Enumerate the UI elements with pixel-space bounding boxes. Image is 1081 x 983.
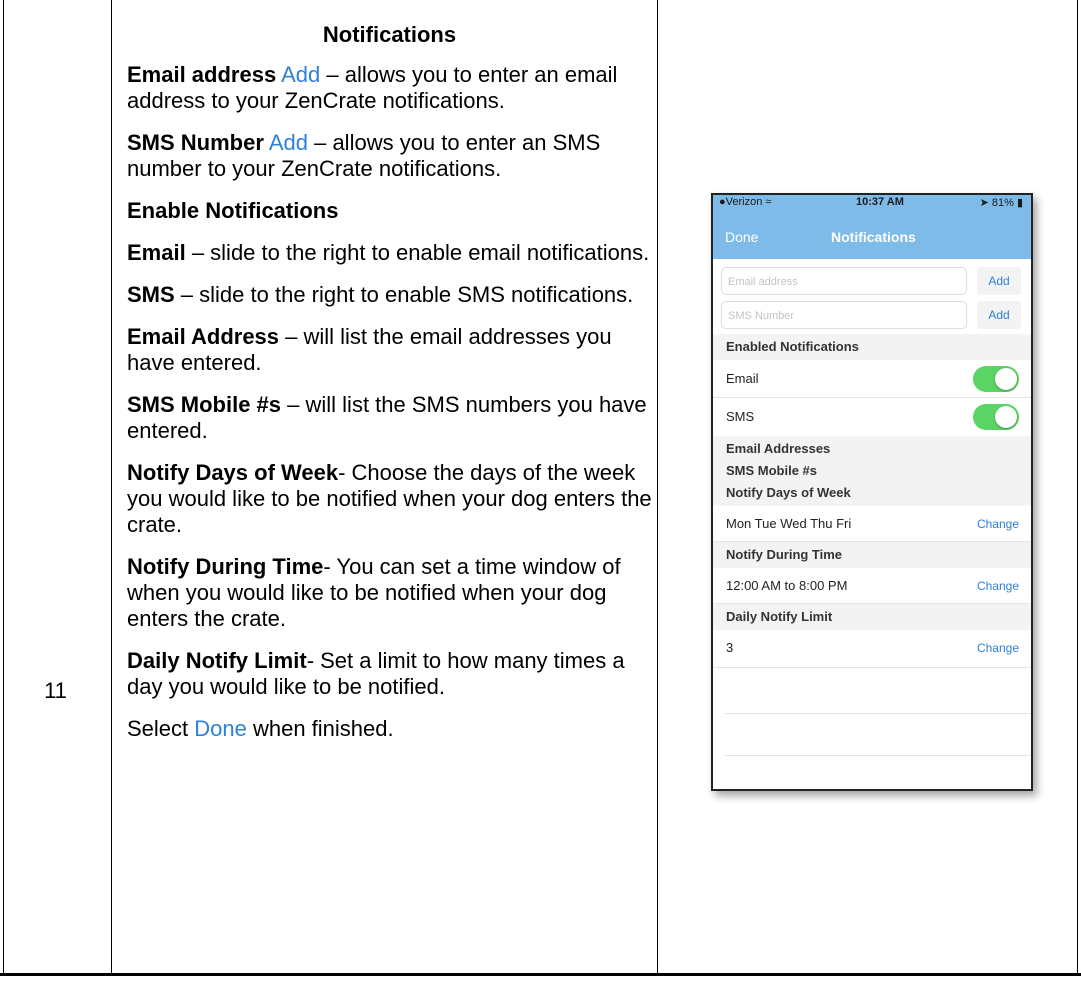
term: SMS Number: [127, 130, 264, 155]
notify-days-value: Mon Tue Wed Thu Fri: [726, 516, 852, 531]
table-column-divider-1: [111, 0, 112, 975]
sms-toggle[interactable]: [973, 404, 1019, 430]
instruction-paragraph: SMS – slide to the right to enable SMS n…: [127, 282, 652, 308]
instruction-paragraph: SMS Mobile #s – will list the SMS number…: [127, 392, 652, 444]
wifi-icon: ≈: [765, 196, 772, 208]
table-column-divider-2: [657, 0, 658, 975]
done-link: Done: [194, 716, 247, 741]
change-days-button[interactable]: Change: [977, 506, 1019, 542]
instruction-paragraph: Notify Days of Week- Choose the days of …: [127, 460, 652, 538]
add-sms-button[interactable]: Add: [977, 301, 1021, 329]
empty-row-divider: [725, 755, 1031, 756]
battery-icon: ▮: [1016, 197, 1023, 209]
closing-paragraph: Select Done when finished.: [127, 716, 652, 742]
notify-time-row: 12:00 AM to 8:00 PM Change: [713, 568, 1031, 604]
carrier-name: Verizon: [725, 196, 763, 208]
add-link: Add: [268, 130, 308, 155]
description: – slide to the right to enable SMS notif…: [174, 282, 634, 307]
section-heading: Notifications: [322, 22, 457, 47]
list-headers: Email Addresses SMS Mobile #s Notify Day…: [713, 436, 1031, 506]
instruction-paragraph: Enable Notifications: [127, 198, 652, 224]
change-time-button[interactable]: Change: [977, 568, 1019, 604]
document-table: 11 Notifications Email address Add – all…: [0, 0, 1081, 983]
closing-prefix: Select: [127, 716, 195, 741]
add-email-button[interactable]: Add: [977, 267, 1021, 295]
email-input-row: Email address Add: [713, 267, 1031, 301]
step-number: 11: [44, 678, 67, 703]
carrier-label: ●Verizon ≈: [719, 196, 772, 208]
instruction-paragraph: Daily Notify Limit- Set a limit to how m…: [127, 648, 652, 700]
nav-bar: Done Notifications: [713, 211, 1031, 259]
term: SMS: [127, 282, 175, 307]
instruction-paragraph: Email address Add – allows you to enter …: [127, 62, 652, 114]
notify-time-header: Notify During Time: [713, 542, 1031, 568]
term: SMS Mobile #s: [127, 392, 282, 417]
location-icon: ➤: [979, 197, 989, 209]
add-link: Add: [281, 62, 321, 87]
term: Email Address: [127, 324, 280, 349]
empty-row-divider: [725, 713, 1031, 714]
status-time: 10:37 AM: [856, 196, 904, 208]
email-toggle-row: Email: [713, 360, 1031, 398]
closing-suffix: when finished.: [246, 716, 394, 741]
email-toggle[interactable]: [973, 366, 1019, 392]
daily-limit-value: 3: [726, 640, 734, 655]
table-left-border: [3, 0, 4, 975]
email-address-input[interactable]: Email address: [721, 267, 967, 295]
term: Email: [127, 240, 186, 265]
term: Email address: [127, 62, 277, 87]
instruction-paragraph: Email Address – will list the email addr…: [127, 324, 652, 376]
notify-time-value: 12:00 AM to 8:00 PM: [726, 578, 848, 593]
sms-number-input[interactable]: SMS Number: [721, 301, 967, 329]
description: – slide to the right to enable email not…: [185, 240, 650, 265]
daily-limit-row: 3 Change: [713, 630, 1031, 668]
sms-toggle-label: SMS: [726, 409, 755, 424]
instruction-paragraph: Email – slide to the right to enable ema…: [127, 240, 652, 266]
notify-days-header: Notify Days of Week: [726, 485, 851, 500]
term: Daily Notify Limit: [127, 648, 307, 673]
daily-limit-header: Daily Notify Limit: [713, 604, 1031, 630]
email-addresses-header: Email Addresses: [726, 441, 831, 456]
phone-screenshot: ●Verizon ≈ 10:37 AM ➤ 81% ▮ Done Notific…: [711, 193, 1033, 791]
instruction-paragraph: SMS Number Add – allows you to enter an …: [127, 130, 652, 182]
term: Enable Notifications: [127, 198, 339, 223]
sms-toggle-row: SMS: [713, 398, 1031, 436]
battery-status: ➤ 81% ▮: [980, 196, 1023, 209]
change-limit-button[interactable]: Change: [977, 630, 1019, 666]
term: Notify Days of Week: [127, 460, 339, 485]
battery-percent: 81%: [991, 197, 1014, 209]
sms-input-row: SMS Number Add: [713, 301, 1031, 335]
nav-title: Notifications: [831, 229, 916, 245]
email-toggle-label: Email: [726, 371, 759, 386]
enabled-notifications-header: Enabled Notifications: [713, 334, 1031, 360]
table-bottom-border: [0, 973, 1081, 976]
notify-days-row: Mon Tue Wed Thu Fri Change: [713, 506, 1031, 542]
instruction-paragraph: Notify During Time- You can set a time w…: [127, 554, 652, 632]
done-button[interactable]: Done: [725, 229, 758, 245]
instructions-column: Notifications Email address Add – allows…: [127, 22, 652, 758]
term: Notify During Time: [127, 554, 324, 579]
table-right-border: [1077, 0, 1078, 975]
sms-mobile-header: SMS Mobile #s: [726, 463, 818, 478]
status-bar: ●Verizon ≈ 10:37 AM ➤ 81% ▮: [713, 195, 1031, 211]
